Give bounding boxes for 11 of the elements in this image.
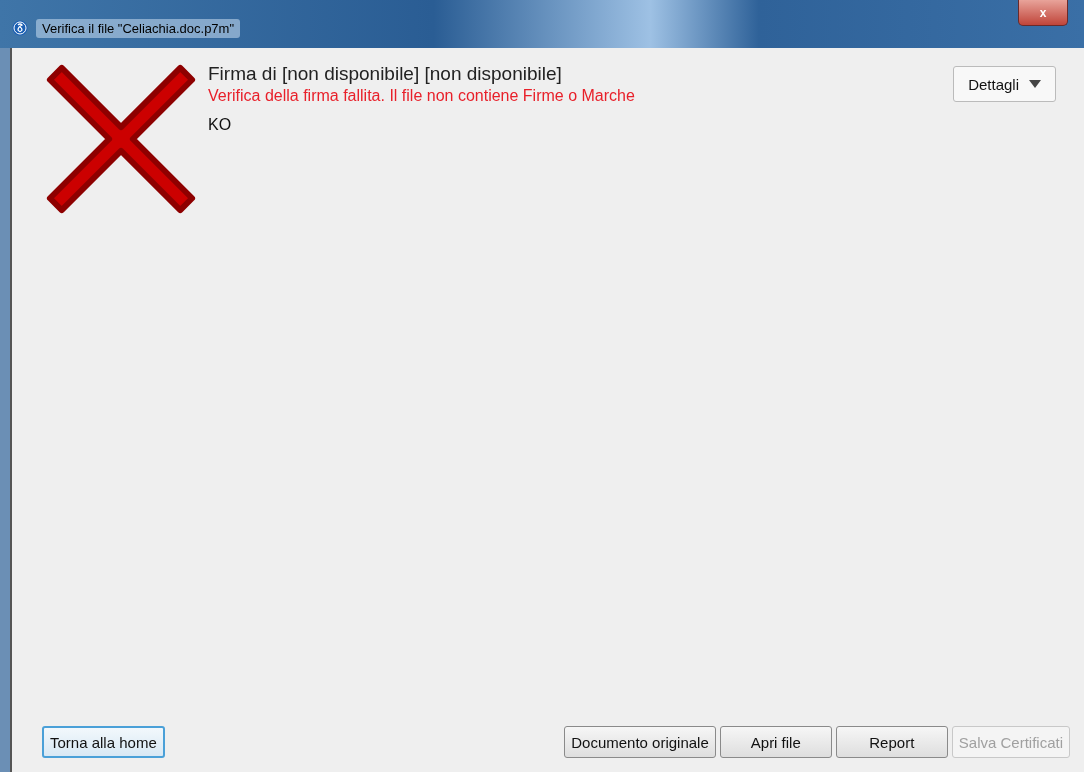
window-title: Verifica il file "Celiachia.doc.p7m" <box>36 18 241 38</box>
details-dropdown-button[interactable]: Dettagli <box>953 66 1056 102</box>
action-button[interactable]: Report <box>835 726 948 758</box>
action-button[interactable]: Apri file <box>719 726 832 758</box>
caret-icon <box>1029 80 1041 88</box>
action-button[interactable]: Documento originale <box>564 726 716 758</box>
action-button[interactable]: Torna alla home <box>42 726 165 758</box>
result-code: KO <box>208 116 233 134</box>
app-icon <box>12 20 28 36</box>
error-message: Verifica della firma fallita. Il file non contiene Firme o Marche <box>208 86 636 106</box>
signer-heading: Firma di [non disponibile] [non disponibile] <box>208 62 563 86</box>
